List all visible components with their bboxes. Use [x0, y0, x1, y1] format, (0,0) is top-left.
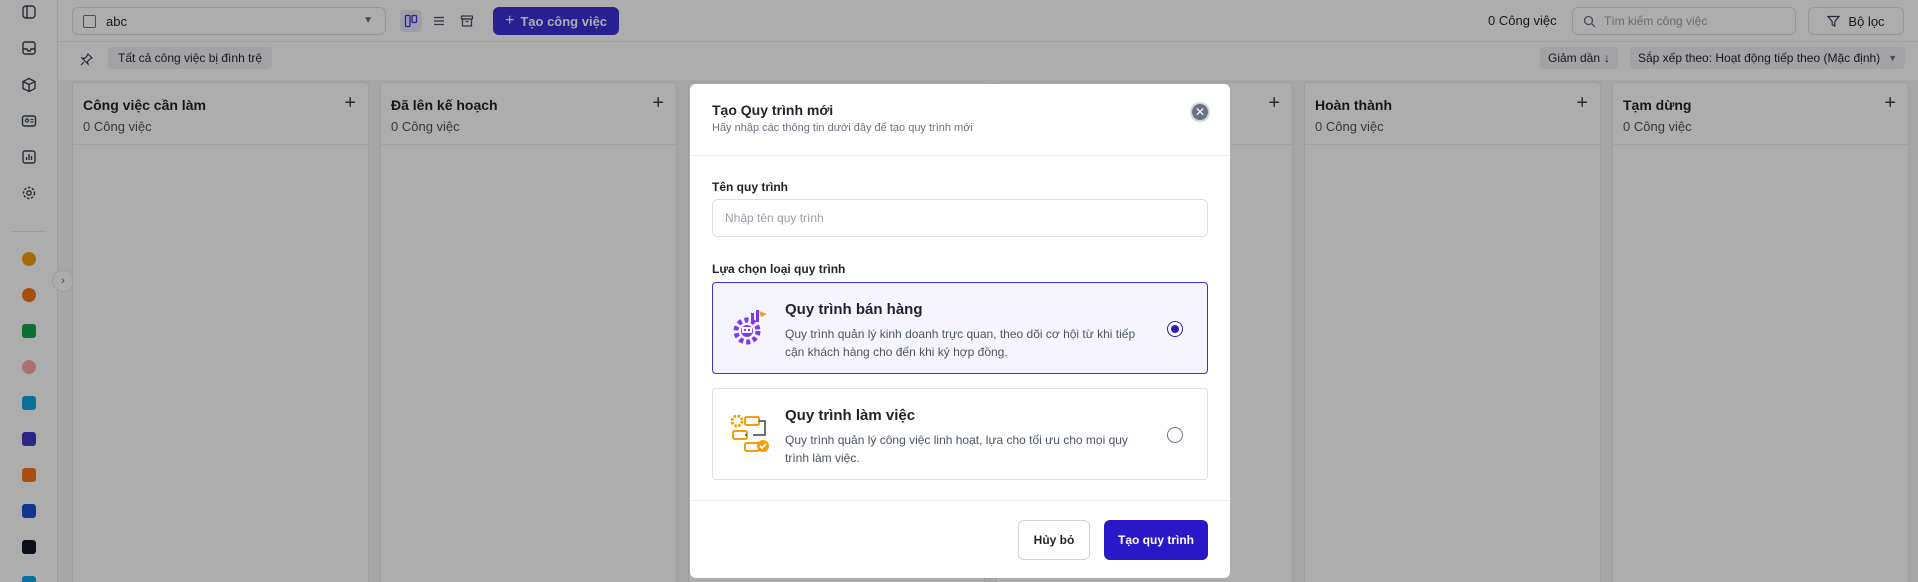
pipeline-type-label: Lựa chọn loại quy trình: [712, 262, 846, 276]
pipeline-name-input[interactable]: [712, 199, 1208, 237]
create-pipeline-modal: Tạo Quy trình mới Hãy nhập các thông tin…: [690, 84, 1230, 578]
option-description: Quy trình quản lý công việc linh hoạt, l…: [785, 433, 1128, 465]
create-pipeline-button[interactable]: Tạo quy trình: [1104, 520, 1208, 560]
cancel-button[interactable]: Hủy bỏ: [1018, 520, 1090, 560]
option-title: Quy trình làm việc: [785, 407, 916, 424]
option-description: Quy trình quản lý kinh doanh trực quan, …: [785, 327, 1136, 359]
option-title: Quy trình bán hàng: [785, 301, 923, 318]
modal-title: Tạo Quy trình mới: [712, 102, 834, 118]
radio-unselected[interactable]: [1167, 427, 1183, 443]
workflow-icon: [730, 414, 769, 452]
modal-footer: Hủy bỏ Tạo quy trình: [690, 500, 1230, 578]
modal-header: Tạo Quy trình mới Hãy nhập các thông tin…: [690, 84, 1230, 156]
option-work-pipeline[interactable]: Quy trình làm việc Quy trình quản lý côn…: [712, 388, 1208, 480]
sales-gear-icon: [733, 310, 767, 345]
pipeline-name-label: Tên quy trình: [712, 180, 788, 194]
close-icon[interactable]: ✕: [1190, 102, 1210, 122]
modal-subtitle: Hãy nhập các thông tin dưới đây để tạo q…: [712, 122, 973, 134]
option-sales-pipeline[interactable]: Quy trình bán hàng Quy trình quản lý kin…: [712, 282, 1208, 374]
radio-selected[interactable]: [1167, 321, 1183, 337]
